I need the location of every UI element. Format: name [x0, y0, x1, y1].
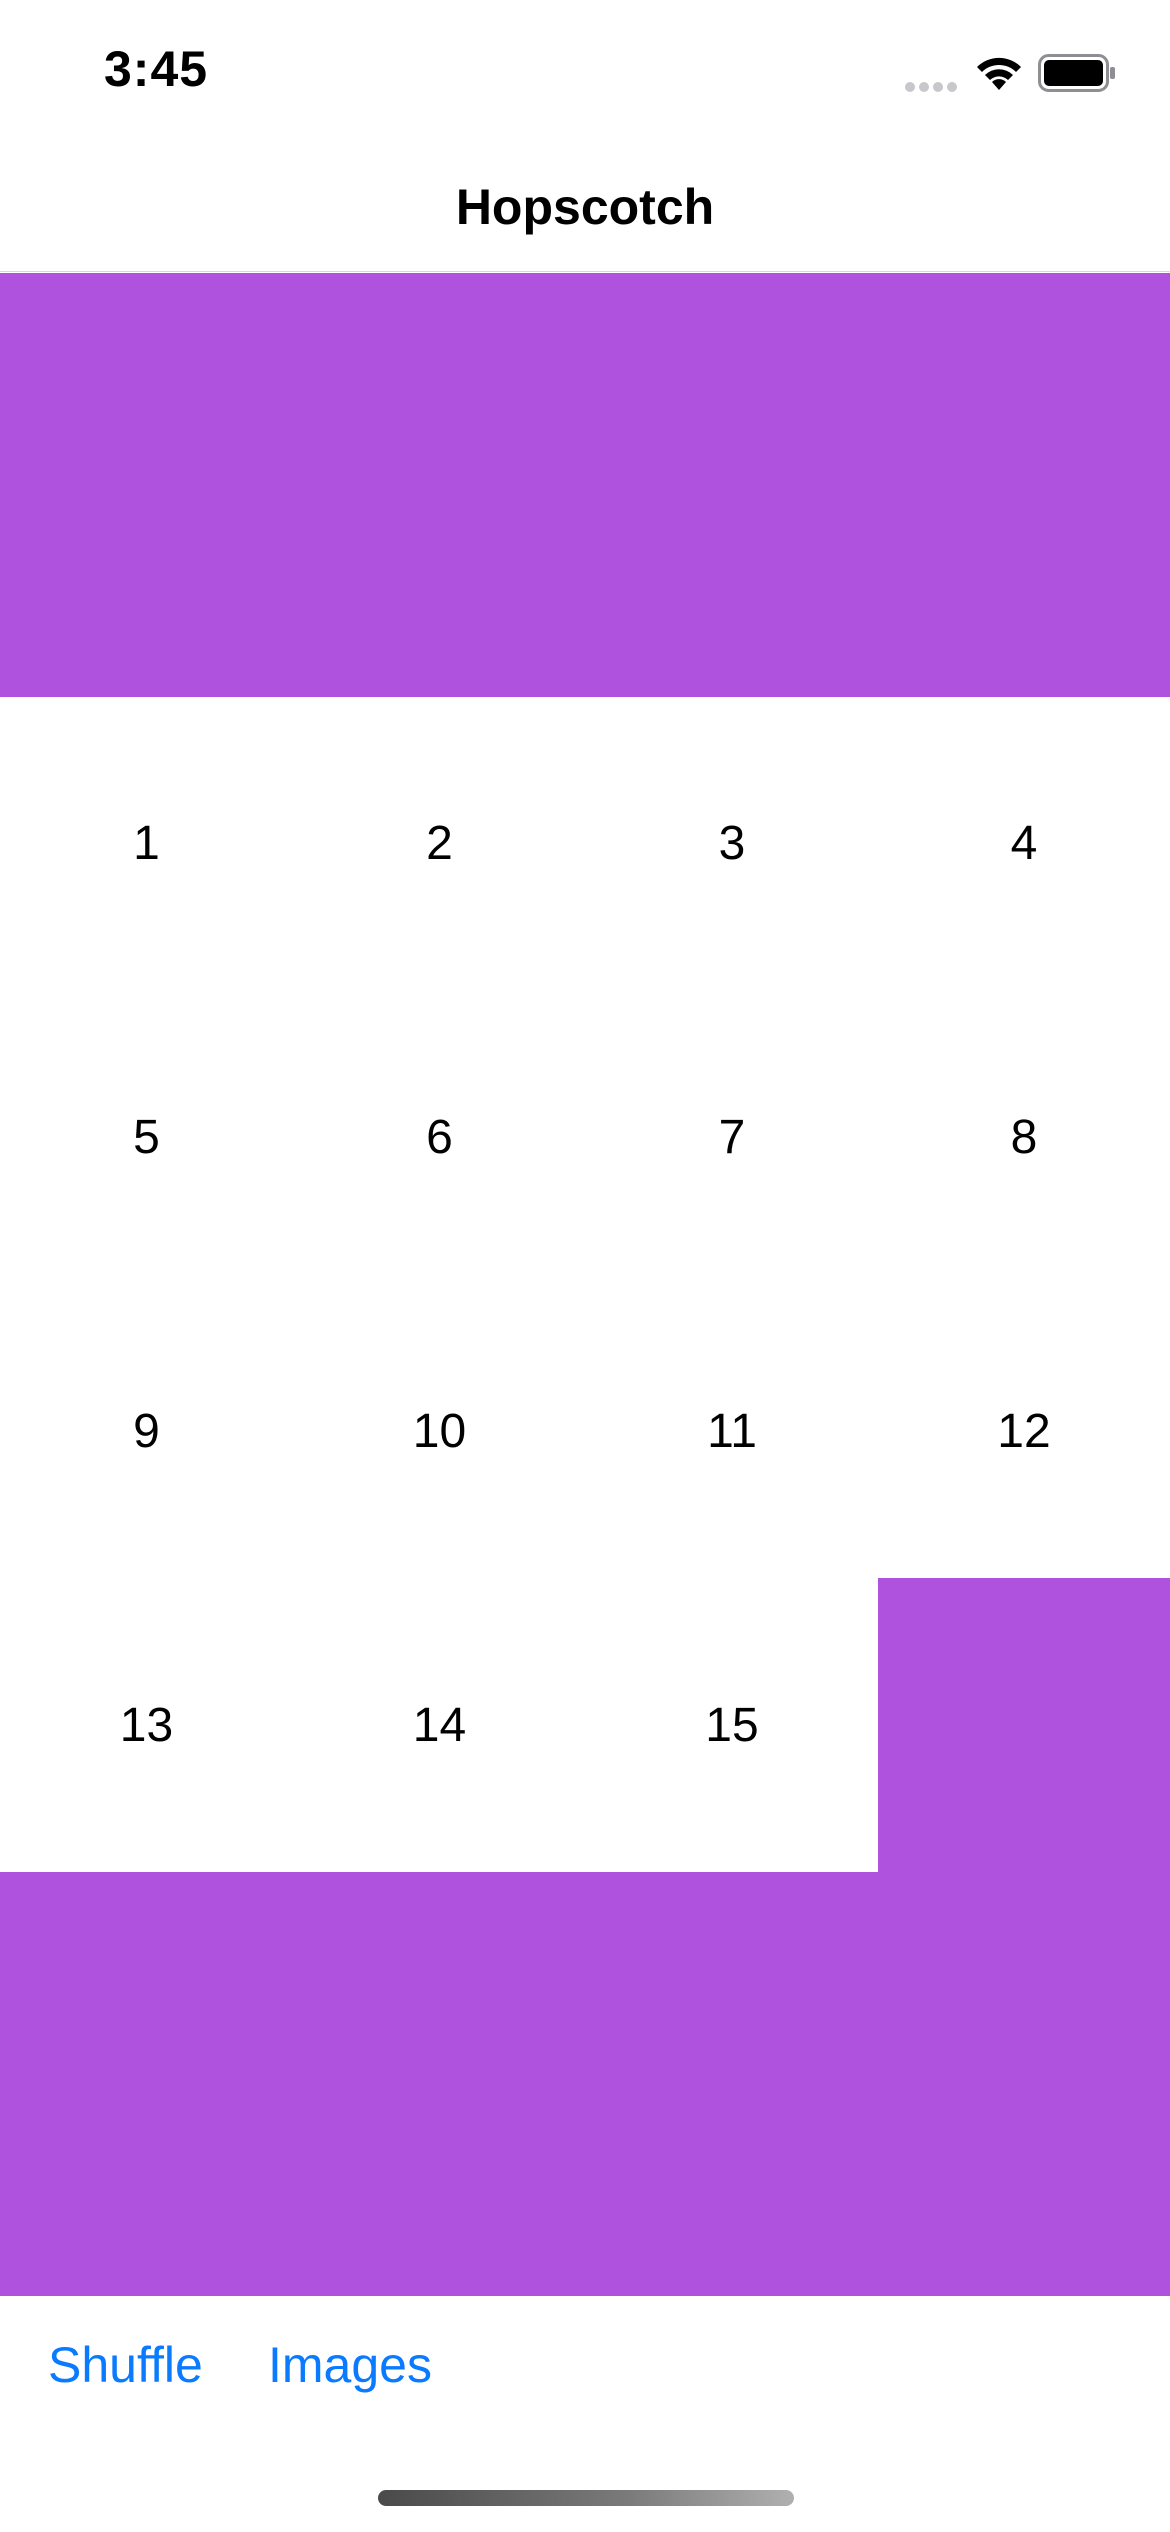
- tile-7[interactable]: 7: [586, 990, 878, 1284]
- app-screen: 3:45 Hopscotch 1 2 3 4 5 6 7 8 9 10 11 1…: [0, 0, 1170, 2532]
- wifi-icon: [977, 57, 1021, 90]
- navigation-bar: Hopscotch: [0, 140, 1170, 272]
- status-time: 3:45: [104, 41, 209, 97]
- tile-4[interactable]: 4: [878, 697, 1170, 990]
- tile-grid: 1 2 3 4 5 6 7 8 9 10 11 12 13 14 15: [0, 697, 1170, 1872]
- tile-2[interactable]: 2: [293, 697, 586, 990]
- empty-tile-slot: [878, 1578, 1170, 1872]
- status-bar: 3:45: [0, 0, 1170, 140]
- tile-8[interactable]: 8: [878, 990, 1170, 1284]
- tile-9[interactable]: 9: [0, 1284, 293, 1578]
- battery-icon: [1038, 54, 1115, 92]
- tile-1[interactable]: 1: [0, 697, 293, 990]
- puzzle-board: 1 2 3 4 5 6 7 8 9 10 11 12 13 14 15: [0, 273, 1170, 2296]
- images-button[interactable]: Images: [268, 2336, 432, 2394]
- tile-11[interactable]: 11: [586, 1284, 878, 1578]
- signal-icon: [905, 82, 957, 92]
- tile-14[interactable]: 14: [293, 1578, 586, 1872]
- shuffle-button[interactable]: Shuffle: [48, 2336, 203, 2394]
- page-title: Hopscotch: [455, 179, 715, 235]
- home-indicator[interactable]: [378, 2490, 794, 2506]
- bottom-toolbar: Shuffle Images: [0, 2296, 1170, 2436]
- tile-3[interactable]: 3: [586, 697, 878, 990]
- top-background-band: [0, 273, 1170, 697]
- bottom-background-band: [0, 1872, 1170, 2296]
- tile-15[interactable]: 15: [586, 1578, 878, 1872]
- tile-6[interactable]: 6: [293, 990, 586, 1284]
- tile-12[interactable]: 12: [878, 1284, 1170, 1578]
- tile-10[interactable]: 10: [293, 1284, 586, 1578]
- tile-13[interactable]: 13: [0, 1578, 293, 1872]
- tile-5[interactable]: 5: [0, 990, 293, 1284]
